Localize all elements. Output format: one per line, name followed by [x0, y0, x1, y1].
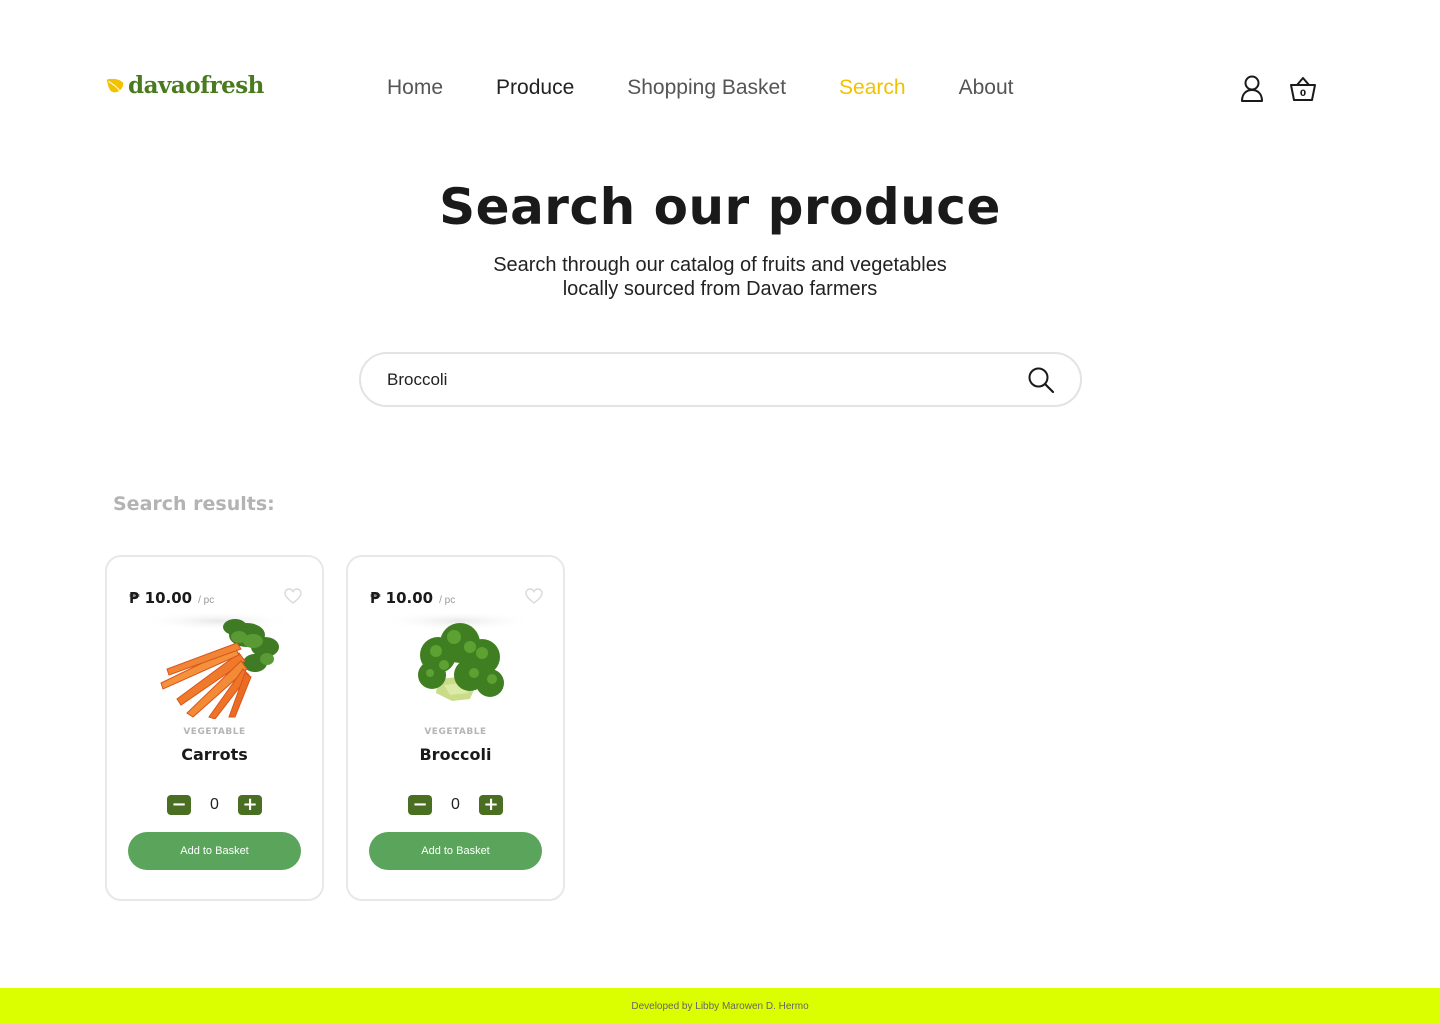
minus-icon[interactable]: −: [167, 795, 191, 815]
nav-about[interactable]: About: [959, 76, 1014, 100]
basket-icon[interactable]: 0: [1288, 74, 1316, 104]
search-icon[interactable]: [1026, 365, 1056, 395]
price: ₱ 10.00 / pc: [129, 589, 214, 607]
quantity-stepper: − 0 +: [348, 795, 563, 815]
product-name: Carrots: [181, 745, 248, 764]
quantity-value: 0: [210, 796, 219, 813]
nav-produce[interactable]: Produce: [496, 76, 574, 100]
brand-name: davaofresh: [128, 72, 264, 99]
page-title: Search our produce: [439, 178, 1001, 236]
price-value: 10.00: [385, 589, 434, 607]
product-name: Broccoli: [419, 745, 492, 764]
currency: ₱: [129, 589, 140, 607]
heart-icon[interactable]: [525, 588, 543, 604]
search-input[interactable]: [387, 366, 987, 394]
heart-icon[interactable]: [284, 588, 302, 604]
price-unit: / pc: [439, 595, 456, 606]
price-value: 10.00: [144, 589, 193, 607]
broccoli-image: [380, 613, 536, 701]
add-to-basket-button[interactable]: Add to Basket: [369, 832, 542, 870]
brand-logo[interactable]: davaofresh: [104, 72, 264, 99]
product-card-carrots: ₱ 10.00 / pc VEGETABLE Carrots − 0 + Add…: [105, 555, 324, 901]
product-card-broccoli: ₱ 10.00 / pc VEGETABLE Broccoli − 0 + Ad…: [346, 555, 565, 901]
currency: ₱: [370, 589, 381, 607]
price-unit: / pc: [198, 595, 215, 606]
product-category: VEGETABLE: [424, 727, 487, 737]
nav-home[interactable]: Home: [387, 76, 443, 100]
basket-count: 0: [1300, 89, 1306, 99]
search-results-label: Search results:: [113, 493, 275, 515]
leaf-icon: [106, 78, 124, 92]
footer: Developed by Libby Marowen D. Hermo: [0, 988, 1440, 1024]
quantity-value: 0: [451, 796, 460, 813]
minus-icon[interactable]: −: [408, 795, 432, 815]
plus-icon[interactable]: +: [238, 795, 262, 815]
user-icon[interactable]: [1238, 74, 1266, 104]
price: ₱ 10.00 / pc: [370, 589, 455, 607]
footer-credit: Developed by Libby Marowen D. Hermo: [631, 1000, 809, 1012]
page-subtitle: Search through our catalog of fruits and…: [420, 253, 1020, 301]
carrots-image: [139, 613, 295, 719]
nav-shopping-basket[interactable]: Shopping Basket: [627, 76, 786, 100]
main-nav: Home Produce Shopping Basket Search Abou…: [387, 76, 1066, 100]
search-bar: [359, 352, 1082, 407]
nav-search[interactable]: Search: [839, 76, 906, 100]
product-category: VEGETABLE: [183, 727, 246, 737]
subtitle-line-2: locally sourced from Davao farmers: [562, 278, 878, 300]
plus-icon[interactable]: +: [479, 795, 503, 815]
add-to-basket-button[interactable]: Add to Basket: [128, 832, 301, 870]
subtitle-line-1: Search through our catalog of fruits and…: [493, 254, 947, 276]
quantity-stepper: − 0 +: [107, 795, 322, 815]
